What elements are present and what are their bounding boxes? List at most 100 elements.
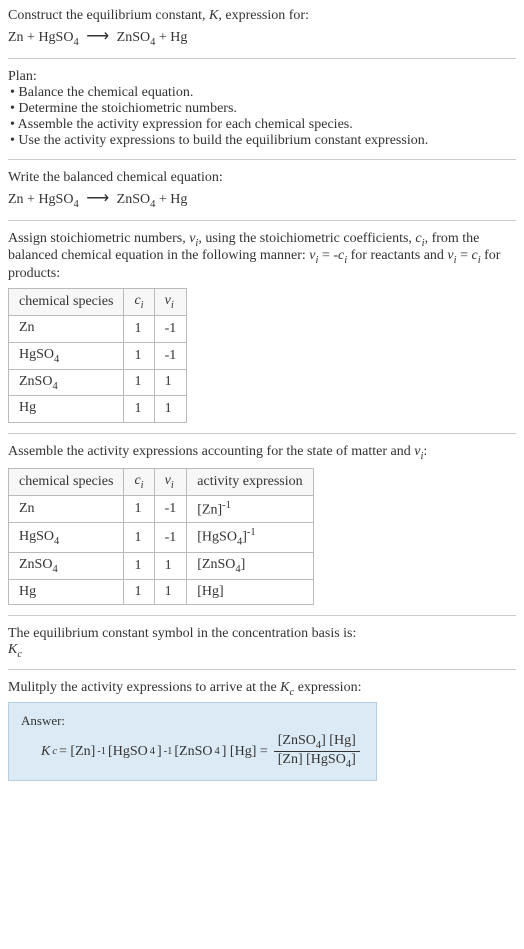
- sub-i: i: [141, 480, 144, 491]
- eq-rhs: ZnSO: [117, 192, 150, 207]
- cell-activity: [Zn]-1: [187, 495, 313, 523]
- cell-nui: 1: [154, 396, 187, 423]
- exp: -1: [164, 746, 173, 757]
- cell-species: Zn: [9, 315, 124, 342]
- text: , using the stoichiometric coefficients,: [198, 231, 415, 246]
- cell-species: ZnSO4: [9, 369, 124, 396]
- text: Assign stoichiometric numbers,: [8, 231, 189, 246]
- col-activity: activity expression: [187, 468, 313, 495]
- text: Hg: [19, 400, 36, 415]
- col-ci: ci: [124, 289, 154, 316]
- arrow-icon: ⟶: [82, 28, 113, 45]
- col-nui: νi: [154, 468, 187, 495]
- kc-symbol: Kc: [8, 642, 516, 660]
- balanced-equation: Zn + HgSO4 ⟶ ZnSO4 + Hg: [8, 188, 516, 210]
- cell-ci: 1: [124, 552, 154, 579]
- table-header-row: chemical species ci νi activity expressi…: [9, 468, 314, 495]
- intro-text-b: , expression for:: [218, 8, 309, 23]
- sub: 4: [150, 746, 155, 757]
- table-row: Zn 1 -1: [9, 315, 187, 342]
- sub-c: c: [17, 648, 22, 659]
- cell-species: Zn: [9, 495, 124, 523]
- cell-species: HgSO4: [9, 523, 124, 552]
- text: [HgSO: [197, 530, 237, 545]
- balanced-section: Write the balanced chemical equation: Zn…: [8, 170, 516, 210]
- cell-nui: -1: [154, 342, 187, 369]
- table-row: Zn 1 -1 [Zn]-1: [9, 495, 314, 523]
- text: ]: [241, 557, 246, 572]
- text: ZnSO: [19, 374, 52, 389]
- k-var: K: [41, 744, 50, 760]
- eq-rhs-b: + Hg: [155, 30, 187, 45]
- cell-nui: 1: [154, 552, 187, 579]
- intro-section: Construct the equilibrium constant, K, e…: [8, 8, 516, 48]
- exp: -1: [247, 527, 256, 538]
- sub-i: i: [171, 480, 174, 491]
- sub-i: i: [171, 300, 174, 311]
- assign-section: Assign stoichiometric numbers, νi , using…: [8, 231, 516, 424]
- sub: 4: [54, 354, 59, 365]
- table-row: Hg 1 1: [9, 396, 187, 423]
- eq-sub: 4: [73, 199, 78, 210]
- intro-line: Construct the equilibrium constant, K, e…: [8, 8, 516, 24]
- eq-rhs-b: + Hg: [155, 192, 187, 207]
- sub-i: i: [141, 300, 144, 311]
- answer-box: Answer: Kc = [Zn]-1 [HgSO4]-1 [ZnSO4] [H…: [8, 702, 377, 781]
- intro-equation: Zn + HgSO4 ⟶ ZnSO4 + Hg: [8, 26, 516, 48]
- arrow-icon: ⟶: [82, 190, 113, 207]
- sub-c: c: [52, 746, 57, 757]
- table-header-row: chemical species ci νi: [9, 289, 187, 316]
- cell-nui: -1: [154, 315, 187, 342]
- divider: [8, 220, 516, 221]
- cell-ci: 1: [124, 523, 154, 552]
- cell-activity: [ZnSO4]: [187, 552, 313, 579]
- k-var: K: [280, 680, 289, 695]
- divider: [8, 669, 516, 670]
- assign-text: Assign stoichiometric numbers, νi, using…: [8, 231, 516, 283]
- multiply-text: Mulitply the activity expressions to arr…: [8, 680, 516, 698]
- plan-section: Plan: • Balance the chemical equation. •…: [8, 69, 516, 149]
- text: Zn: [19, 320, 35, 335]
- plan-item: • Balance the chemical equation.: [10, 85, 516, 101]
- cell-nui: 1: [154, 579, 187, 604]
- cell-species: ZnSO4: [9, 552, 124, 579]
- exp: -1: [222, 500, 231, 511]
- table-row: ZnSO4 1 1: [9, 369, 187, 396]
- numerator: [ZnSO4] [Hg]: [274, 733, 360, 752]
- text: [ZnSO: [197, 557, 235, 572]
- k-var: K: [209, 8, 218, 23]
- plan-item: • Assemble the activity expression for e…: [10, 117, 516, 133]
- eq-rhs: ZnSO: [117, 30, 150, 45]
- divider: [8, 615, 516, 616]
- text: HgSO: [19, 347, 54, 362]
- answer-expression: Kc = [Zn]-1 [HgSO4]-1 [ZnSO4] [Hg] = [Zn…: [21, 733, 364, 770]
- cell-nui: -1: [154, 523, 187, 552]
- table-row: HgSO4 1 -1 [HgSO4]-1: [9, 523, 314, 552]
- sub: 4: [52, 564, 57, 575]
- denominator: [Zn] [HgSO4]: [274, 752, 360, 770]
- plan-item: • Use the activity expressions to build …: [10, 133, 516, 149]
- col-nui: νi: [154, 289, 187, 316]
- cell-ci: 1: [124, 495, 154, 523]
- text: ]: [351, 752, 356, 767]
- table-row: Hg 1 1 [Hg]: [9, 579, 314, 604]
- assemble-section: Assemble the activity expressions accoun…: [8, 444, 516, 605]
- symbol-text: The equilibrium constant symbol in the c…: [8, 626, 516, 642]
- k-var: K: [8, 642, 17, 657]
- text: :: [423, 444, 427, 459]
- exp: -1: [97, 746, 106, 757]
- eq-lhs: Zn + HgSO: [8, 192, 73, 207]
- plan-item: • Determine the stoichiometric numbers.: [10, 101, 516, 117]
- symbol-section: The equilibrium constant symbol in the c…: [8, 626, 516, 660]
- text: for reactants and: [347, 248, 447, 263]
- text: Mulitply the activity expressions to arr…: [8, 680, 280, 695]
- cell-ci: 1: [124, 342, 154, 369]
- cell-species: Hg: [9, 579, 124, 604]
- sub: 4: [54, 536, 59, 547]
- table-row: ZnSO4 1 1 [ZnSO4]: [9, 552, 314, 579]
- activity-table: chemical species ci νi activity expressi…: [8, 468, 314, 605]
- cell-nui: -1: [154, 495, 187, 523]
- text: expression:: [294, 680, 361, 695]
- col-ci: ci: [124, 468, 154, 495]
- text: ZnSO: [19, 557, 52, 572]
